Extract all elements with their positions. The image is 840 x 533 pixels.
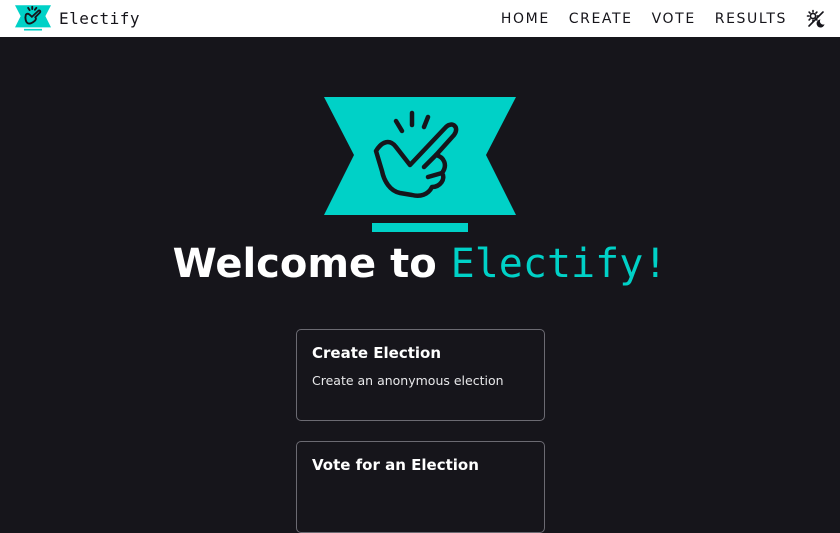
welcome-heading: Welcome to Electify! <box>0 241 840 287</box>
nav-link-vote[interactable]: VOTE <box>652 11 696 27</box>
card-description: Create an anonymous election <box>312 373 504 388</box>
brand-name: Electify <box>59 8 141 28</box>
theme-toggle-icon[interactable] <box>806 9 826 29</box>
nav-link-results[interactable]: RESULTS <box>715 11 787 27</box>
top-navbar: Electify HOME CREATE VOTE RESULTS <box>0 0 840 37</box>
welcome-heading-prefix: Welcome to <box>172 241 437 287</box>
create-election-card[interactable]: Create Election Create an anonymous elec… <box>296 329 545 421</box>
brand-home-link[interactable]: Electify <box>15 5 140 31</box>
nav-links: HOME CREATE VOTE RESULTS <box>501 0 826 37</box>
nav-link-home[interactable]: HOME <box>501 11 550 27</box>
nav-link-create[interactable]: CREATE <box>569 11 633 27</box>
card-title: Create Election <box>312 344 442 362</box>
vote-election-card[interactable]: Vote for an Election <box>296 441 545 533</box>
welcome-heading-brand: Electify! <box>450 241 668 287</box>
hero-logo-icon <box>324 97 516 232</box>
brand-logo-icon <box>15 5 51 31</box>
card-title: Vote for an Election <box>312 456 479 474</box>
